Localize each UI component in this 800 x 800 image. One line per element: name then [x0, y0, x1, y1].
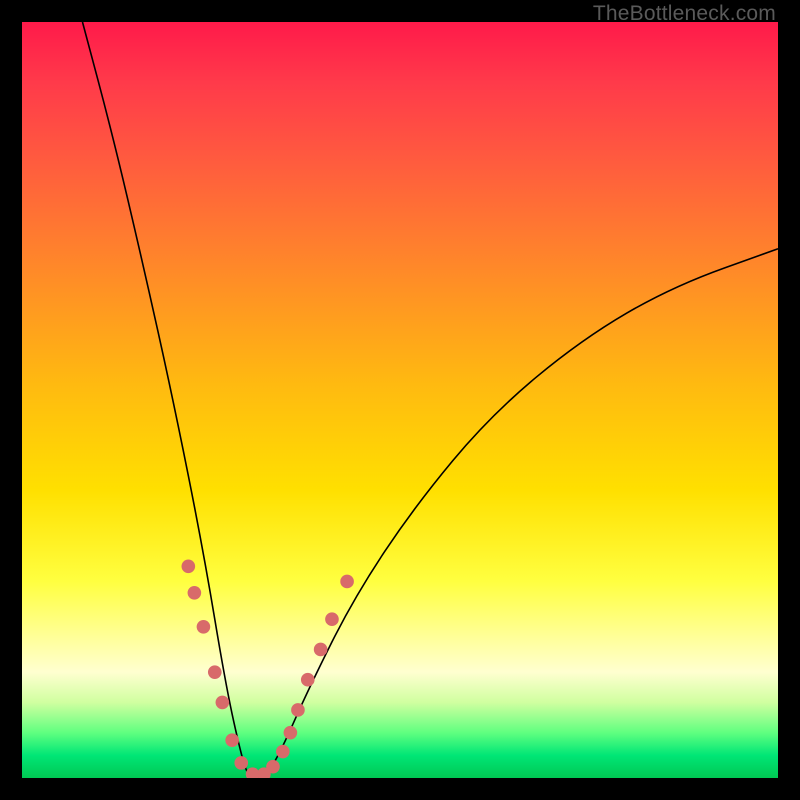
data-markers	[182, 560, 354, 778]
data-marker	[325, 612, 339, 626]
data-marker	[266, 760, 280, 774]
chart-svg	[22, 22, 778, 778]
data-marker	[208, 665, 222, 679]
data-marker	[276, 745, 290, 759]
data-marker	[188, 586, 202, 600]
valley-curve	[82, 22, 778, 778]
data-marker	[314, 643, 328, 657]
data-marker	[301, 673, 315, 687]
watermark-text: TheBottleneck.com	[593, 2, 776, 26]
data-marker	[340, 575, 354, 589]
data-marker	[182, 560, 196, 574]
data-marker	[216, 696, 230, 710]
data-marker	[225, 733, 239, 747]
data-marker	[197, 620, 211, 634]
data-marker	[284, 726, 298, 740]
data-marker	[291, 703, 305, 717]
data-marker	[234, 756, 248, 770]
